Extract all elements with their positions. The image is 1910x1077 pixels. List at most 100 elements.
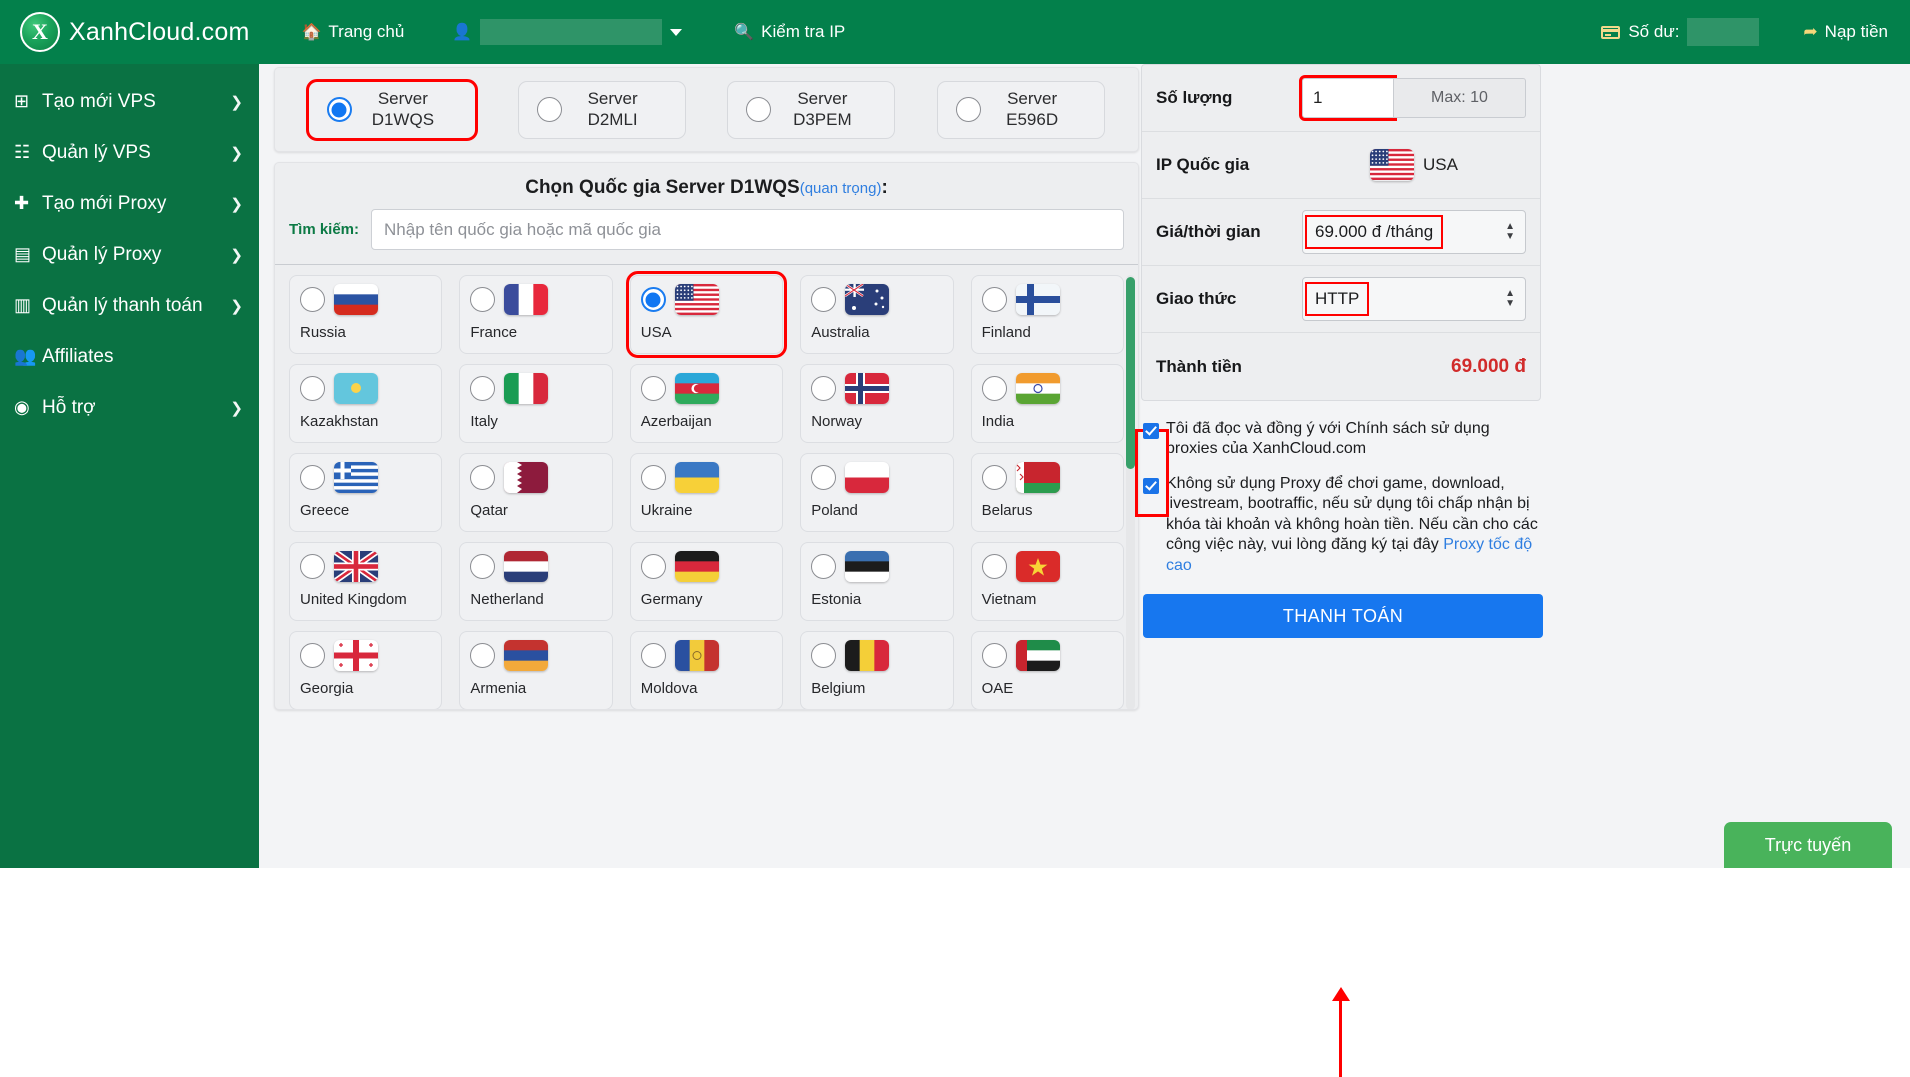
country-radio[interactable] xyxy=(300,376,325,401)
deposit-label: Nạp tiền xyxy=(1825,22,1888,42)
country-option-it[interactable]: Italy xyxy=(459,364,612,443)
sidebar-item-ho-tro[interactable]: ◉ Hỗ trợ ❯ xyxy=(0,382,259,433)
country-radio[interactable] xyxy=(641,643,666,668)
server-radio[interactable] xyxy=(746,97,771,122)
country-option-no[interactable]: Norway xyxy=(800,364,953,443)
country-option-pl[interactable]: Poland xyxy=(800,453,953,532)
country-option-in[interactable]: India xyxy=(971,364,1124,443)
country-option-ge[interactable]: Georgia xyxy=(289,631,442,709)
country-option-kz[interactable]: Kazakhstan xyxy=(289,364,442,443)
country-option-de[interactable]: Germany xyxy=(630,542,783,621)
country-radio[interactable] xyxy=(811,554,836,579)
server-option-d2mli[interactable]: ServerD2MLI xyxy=(518,81,686,139)
country-radio[interactable] xyxy=(641,287,666,312)
country-radio[interactable] xyxy=(300,465,325,490)
online-status-badge[interactable]: Trực tuyến xyxy=(1724,822,1892,868)
sidebar-item-tao-moi-vps[interactable]: ⊞ Tạo mới VPS ❯ xyxy=(0,76,259,127)
flag-icon-kz xyxy=(334,373,378,404)
country-option-gr[interactable]: Greece xyxy=(289,453,442,532)
terms-policy-checkbox[interactable] xyxy=(1143,423,1159,439)
user-name-value xyxy=(480,19,662,45)
sidebar-item-affiliates[interactable]: 👥 Affiliates xyxy=(0,331,259,382)
sidebar-item-quan-ly-thanh-toan[interactable]: ▥ Quản lý thanh toán ❯ xyxy=(0,280,259,331)
country-option-ua[interactable]: Ukraine xyxy=(630,453,783,532)
country-radio[interactable] xyxy=(982,287,1007,312)
country-option-by[interactable]: Belarus xyxy=(971,453,1124,532)
country-option-nl[interactable]: Netherland xyxy=(459,542,612,621)
user-icon: 👤 xyxy=(452,22,472,42)
balance-display[interactable]: Số dư: xyxy=(1601,18,1759,46)
server-option-d1wqs[interactable]: ServerD1WQS xyxy=(308,81,476,139)
country-option-ru[interactable]: Russia xyxy=(289,275,442,354)
country-option-az[interactable]: Azerbaijan xyxy=(630,364,783,443)
country-option-us[interactable]: USA xyxy=(630,275,783,354)
country-grid-scrollbar-thumb[interactable] xyxy=(1126,277,1135,469)
country-radio[interactable] xyxy=(300,554,325,579)
country-radio[interactable] xyxy=(641,554,666,579)
country-radio[interactable] xyxy=(470,465,495,490)
protocol-value-cell: HTTP ▲▼ xyxy=(1302,277,1540,321)
terms-usage-checkbox[interactable] xyxy=(1143,478,1159,494)
search-input[interactable] xyxy=(371,209,1124,250)
country-option-ae[interactable]: OAE xyxy=(971,631,1124,709)
brand[interactable]: X XanhCloud.com xyxy=(20,12,249,52)
server-option-label: ServerD2MLI xyxy=(574,89,652,129)
price-select[interactable]: 69.000 đ /tháng ▲▼ xyxy=(1302,210,1526,254)
country-radio[interactable] xyxy=(300,643,325,668)
country-option-md[interactable]: Moldova xyxy=(630,631,783,709)
sidebar-item-label: Quản lý Proxy xyxy=(42,244,230,266)
country-radio[interactable] xyxy=(641,465,666,490)
country-radio[interactable] xyxy=(470,554,495,579)
country-radio[interactable] xyxy=(300,287,325,312)
chevron-right-icon: ❯ xyxy=(230,93,243,111)
country-radio[interactable] xyxy=(470,287,495,312)
nav-home[interactable]: 🏠 Trang chủ xyxy=(301,22,404,42)
ip-country-label: IP Quốc gia xyxy=(1142,155,1302,175)
deposit-button[interactable]: ➦ Nạp tiền xyxy=(1803,22,1888,42)
country-radio[interactable] xyxy=(641,376,666,401)
country-radio[interactable] xyxy=(470,376,495,401)
sidebar-item-tao-moi-proxy[interactable]: ✚ Tạo mới Proxy ❯ xyxy=(0,178,259,229)
flag-icon-ge xyxy=(334,640,378,671)
country-option-fr[interactable]: France xyxy=(459,275,612,354)
protocol-select[interactable]: HTTP ▲▼ xyxy=(1302,277,1526,321)
flag-icon-fi xyxy=(1016,284,1060,315)
country-radio[interactable] xyxy=(811,376,836,401)
country-option-ee[interactable]: Estonia xyxy=(800,542,953,621)
country-option-au[interactable]: Australia xyxy=(800,275,953,354)
country-option-label: Estonia xyxy=(811,591,942,608)
country-option-qa[interactable]: Qatar xyxy=(459,453,612,532)
pay-button[interactable]: THANH TOÁN xyxy=(1143,594,1543,638)
quantity-input[interactable] xyxy=(1302,78,1394,118)
sidebar-item-quan-ly-proxy[interactable]: ▤ Quản lý Proxy ❯ xyxy=(0,229,259,280)
country-radio[interactable] xyxy=(470,643,495,668)
country-option-vn[interactable]: Vietnam xyxy=(971,542,1124,621)
country-radio[interactable] xyxy=(982,376,1007,401)
country-option-label: Finland xyxy=(982,324,1113,341)
flag-icon-us xyxy=(675,284,719,315)
country-radio[interactable] xyxy=(811,465,836,490)
country-radio[interactable] xyxy=(982,643,1007,668)
server-radio[interactable] xyxy=(956,97,981,122)
country-radio[interactable] xyxy=(811,287,836,312)
country-option-label: Moldova xyxy=(641,680,772,697)
nav-check-ip[interactable]: 🔍 Kiểm tra IP xyxy=(734,22,845,42)
user-menu[interactable]: 👤 xyxy=(452,19,682,45)
country-radio[interactable] xyxy=(982,465,1007,490)
server-radio[interactable] xyxy=(537,97,562,122)
server-option-e596d[interactable]: ServerE596D xyxy=(937,81,1105,139)
country-radio[interactable] xyxy=(811,643,836,668)
country-radio[interactable] xyxy=(982,554,1007,579)
country-option-am[interactable]: Armenia xyxy=(459,631,612,709)
country-option-gb[interactable]: United Kingdom xyxy=(289,542,442,621)
country-option-fi[interactable]: Finland xyxy=(971,275,1124,354)
flag-icon-de xyxy=(675,551,719,582)
server-option-d3pem[interactable]: ServerD3PEM xyxy=(727,81,895,139)
sidebar-item-quan-ly-vps[interactable]: ☷ Quản lý VPS ❯ xyxy=(0,127,259,178)
ip-country-value-cell: USA xyxy=(1302,149,1540,181)
flag-icon-nl xyxy=(504,551,548,582)
flag-icon-am xyxy=(504,640,548,671)
country-option-label: France xyxy=(470,324,601,341)
country-option-be[interactable]: Belgium xyxy=(800,631,953,709)
server-radio[interactable] xyxy=(327,97,352,122)
